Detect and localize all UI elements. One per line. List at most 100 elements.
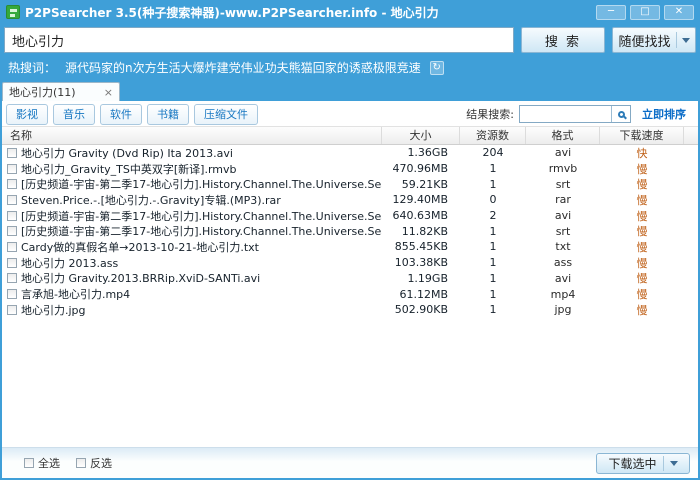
search-button[interactable]: 搜 索 <box>521 27 605 53</box>
source-count: 0 <box>460 193 526 206</box>
column-header-name[interactable]: 名称 <box>2 127 382 144</box>
file-format: jpg <box>526 303 600 316</box>
file-name: 地心引力 Gravity.2013.BRRip.XviD-SANTi.avi <box>21 270 382 286</box>
file-name: 地心引力 Gravity (Dvd Rip) Ita 2013.avi <box>21 145 382 161</box>
hot-keyword-link[interactable]: 极限竞速 <box>373 61 421 75</box>
column-header-size[interactable]: 大小 <box>382 127 460 144</box>
file-name: [历史频道-宇宙-第二季17-地心引力].History.Channel.The… <box>21 223 382 239</box>
hot-keywords-list: 源代码家的n次方生活大爆炸建党伟业功夫熊猫回家的诱惑极限竞速 <box>65 59 421 76</box>
file-format: avi <box>526 272 600 285</box>
row-checkbox[interactable] <box>7 148 17 158</box>
button-divider <box>663 456 664 471</box>
hot-keyword-link[interactable]: 家的n次方 <box>101 61 157 75</box>
column-header-format[interactable]: 格式 <box>526 127 600 144</box>
maximize-icon[interactable]: □ <box>630 5 660 20</box>
hot-keyword-link[interactable]: 回家的诱惑 <box>313 61 373 75</box>
hot-keyword-link[interactable]: 功夫熊猫 <box>265 61 313 75</box>
tab-search-result[interactable]: 地心引力(11) × <box>2 82 120 101</box>
file-format: rar <box>526 193 600 206</box>
select-all-group[interactable]: 全选 <box>24 455 60 471</box>
download-speed: 慢 <box>600 239 684 255</box>
table-row[interactable]: 地心引力_Gravity_TS中英双字[新译].rmvb 470.96MB 1 … <box>2 161 698 177</box>
button-divider <box>676 32 677 48</box>
table-row[interactable]: [历史频道-宇宙-第二季17-地心引力].History.Channel.The… <box>2 208 698 224</box>
refresh-icon[interactable]: ↻ <box>430 61 444 75</box>
row-checkbox[interactable] <box>7 211 17 221</box>
invert-select-label: 反选 <box>90 455 112 471</box>
table-row[interactable]: 言承旭-地心引力.mp4 61.12MB 1 mp4 慢 <box>2 286 698 302</box>
filter-button[interactable]: 影视 <box>6 104 48 125</box>
row-checkbox[interactable] <box>7 258 17 268</box>
column-header-speed[interactable]: 下载速度 <box>600 127 684 144</box>
download-selected-button[interactable]: 下载选中 <box>596 453 690 474</box>
row-checkbox[interactable] <box>7 242 17 252</box>
row-checkbox[interactable] <box>7 226 17 236</box>
table-row[interactable]: 地心引力 2013.ass 103.38KB 1 ass 慢 <box>2 255 698 271</box>
row-checkbox[interactable] <box>7 273 17 283</box>
select-all-checkbox[interactable] <box>24 458 34 468</box>
table-row[interactable]: [历史频道-宇宙-第二季17-地心引力].History.Channel.The… <box>2 223 698 239</box>
search-icon <box>618 111 625 118</box>
table-row[interactable]: [历史频道-宇宙-第二季17-地心引力].History.Channel.The… <box>2 176 698 192</box>
table-row[interactable]: 地心引力 Gravity.2013.BRRip.XviD-SANTi.avi 1… <box>2 271 698 287</box>
hot-keyword-link[interactable]: 建党伟业 <box>217 61 265 75</box>
file-format: txt <box>526 240 600 253</box>
source-count: 2 <box>460 209 526 222</box>
result-search-button[interactable] <box>611 106 630 122</box>
title-bar: P2PSearcher 3.5(种子搜索神器)-www.P2PSearcher.… <box>0 0 700 24</box>
file-name: 地心引力_Gravity_TS中英双字[新译].rmvb <box>21 161 382 177</box>
hot-keyword-link[interactable]: 源代码 <box>65 61 101 75</box>
invert-select-group[interactable]: 反选 <box>76 455 112 471</box>
file-format: srt <box>526 178 600 191</box>
window-controls: ─ □ ✕ <box>596 5 694 20</box>
app-logo-icon <box>6 5 20 19</box>
file-format: rmvb <box>526 162 600 175</box>
file-size: 502.90KB <box>382 303 460 316</box>
result-search-label: 结果搜索: <box>466 106 514 122</box>
search-input[interactable] <box>4 27 514 53</box>
source-count: 1 <box>460 162 526 175</box>
source-count: 1 <box>460 240 526 253</box>
file-size: 1.19GB <box>382 272 460 285</box>
file-name: Cardy做的真假名单→2013-10-21-地心引力.txt <box>21 239 382 255</box>
download-speed: 慢 <box>600 223 684 239</box>
filter-button[interactable]: 压缩文件 <box>194 104 258 125</box>
sort-now-link[interactable]: 立即排序 <box>642 106 686 122</box>
table-row[interactable]: Steven.Price.-.[地心引力.-.Gravity]专辑.(MP3).… <box>2 192 698 208</box>
download-selected-label: 下载选中 <box>608 455 656 472</box>
chevron-down-icon <box>682 38 690 43</box>
file-format: avi <box>526 146 600 159</box>
random-find-button[interactable]: 随便找找 <box>612 27 696 53</box>
table-row[interactable]: 地心引力 Gravity (Dvd Rip) Ita 2013.avi 1.36… <box>2 145 698 161</box>
source-count: 1 <box>460 288 526 301</box>
file-format: avi <box>526 209 600 222</box>
row-checkbox[interactable] <box>7 195 17 205</box>
file-format: mp4 <box>526 288 600 301</box>
minimize-icon[interactable]: ─ <box>596 5 626 20</box>
search-bar: 搜 索 随便找找 <box>0 24 700 58</box>
file-name: 言承旭-地心引力.mp4 <box>21 286 382 302</box>
table-row[interactable]: 地心引力.jpg 502.90KB 1 jpg 慢 <box>2 302 698 318</box>
result-search-input[interactable] <box>520 106 611 122</box>
table-row[interactable]: Cardy做的真假名单→2013-10-21-地心引力.txt 855.45KB… <box>2 239 698 255</box>
filter-button[interactable]: 书籍 <box>147 104 189 125</box>
hot-keyword-link[interactable]: 生活大爆炸 <box>157 61 217 75</box>
column-header-sources[interactable]: 资源数 <box>460 127 526 144</box>
filter-button[interactable]: 软件 <box>100 104 142 125</box>
row-checkbox[interactable] <box>7 305 17 315</box>
footer-bar: 全选 反选 下载选中 <box>2 447 698 478</box>
row-checkbox[interactable] <box>7 289 17 299</box>
file-format: srt <box>526 225 600 238</box>
invert-select-checkbox[interactable] <box>76 458 86 468</box>
row-checkbox[interactable] <box>7 179 17 189</box>
chevron-down-icon <box>670 461 678 466</box>
file-size: 1.36GB <box>382 146 460 159</box>
source-count: 1 <box>460 303 526 316</box>
close-icon[interactable]: ✕ <box>664 5 694 20</box>
table-header: 名称 大小 资源数 格式 下载速度 <box>2 126 698 145</box>
row-checkbox[interactable] <box>7 164 17 174</box>
filter-button[interactable]: 音乐 <box>53 104 95 125</box>
window-title: P2PSearcher 3.5(种子搜索神器)-www.P2PSearcher.… <box>25 4 591 21</box>
tab-close-icon[interactable]: × <box>104 87 113 98</box>
file-size: 129.40MB <box>382 193 460 206</box>
